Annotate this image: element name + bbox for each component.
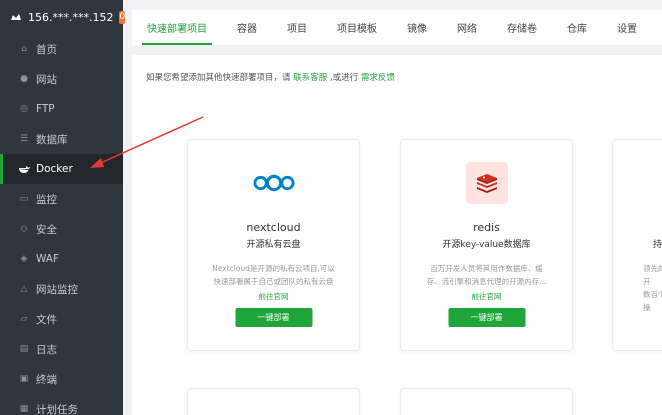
sidebar-item-security[interactable]: ◇ 安全 (0, 214, 123, 244)
notice-prefix: 如果您希望添加其他快速部署项目，请 (146, 73, 291, 83)
feedback-link[interactable]: 需求反馈 (361, 73, 395, 83)
official-site-link[interactable]: 前往官网 (188, 291, 359, 302)
sidebar-item-cron[interactable]: ▦ 计划任务 (0, 394, 123, 415)
official-site-link[interactable]: 前往官网 (401, 291, 572, 302)
app-description: Nextcloud是开源的私有云项目,可以 快速部署属于自己或团队的私有云盘 (202, 262, 345, 288)
sidebar-item-database[interactable]: ☰ 数据库 (0, 124, 123, 154)
sidebar-item-docker[interactable]: Docker (0, 154, 123, 184)
one-click-deploy-button[interactable]: 一键部署 (235, 308, 312, 327)
nextcloud-logo-icon (252, 162, 295, 204)
tab-projects[interactable]: 项目 (272, 10, 322, 45)
tab-images[interactable]: 镜像 (392, 10, 442, 45)
sidebar-item-label: WAF (36, 253, 60, 265)
database-icon: ☰ (19, 134, 29, 144)
one-click-deploy-button[interactable]: 一键部署 (448, 308, 525, 327)
app-desc-line: 百万开发人员将其用作数据库、缓 (430, 264, 543, 273)
sidebar-item-home[interactable]: ⌂ 首页 (0, 34, 123, 64)
app-subtitle: 持 (653, 240, 662, 250)
home-icon: ⌂ (21, 44, 27, 54)
tab-quick-deploy[interactable]: 快速部署项目 (132, 10, 222, 45)
site-monitor-icon: △ (20, 284, 28, 294)
app-card-row2 (400, 388, 573, 415)
log-icon: ▤ (19, 344, 29, 354)
sidebar-item-label: Docker (36, 163, 73, 175)
tab-containers[interactable]: 容器 (222, 10, 272, 45)
calendar-icon: ▦ (19, 404, 29, 414)
sidebar: 156.***.***.152 0 ⌂ 首页 ● 网站 ◎ FTP ☰ 数据库 (0, 0, 126, 415)
app-desc-line: 数百个操 (643, 290, 662, 312)
waf-icon: ◈ (20, 254, 28, 264)
main-content: 如果您希望添加其他快速部署项目，请 联系客服 ,或进行 需求反馈 nextclo… (132, 55, 662, 415)
sidebar-item-label: 计划任务 (36, 403, 78, 415)
sidebar-item-label: 终端 (36, 373, 57, 386)
sidebar-item-label: 网站监控 (36, 283, 78, 296)
tab-templates[interactable]: 项目模板 (322, 10, 392, 45)
app-card-row2 (187, 388, 360, 415)
contact-support-link[interactable]: 联系客服 (293, 73, 327, 83)
app-card-nextcloud: nextcloud 开源私有云盘 Nextcloud是开源的私有云项目,可以 快… (187, 139, 360, 351)
sidebar-menu: ⌂ 首页 ● 网站 ◎ FTP ☰ 数据库 Docker ▭ 监控 ◇ 安全 ◈… (0, 34, 123, 415)
sidebar-item-logs[interactable]: ▤ 日志 (0, 334, 123, 364)
folder-icon: ▱ (20, 314, 28, 324)
sidebar-item-waf[interactable]: ◈ WAF (0, 244, 123, 274)
monitor-icon: ▭ (19, 194, 29, 204)
sidebar-item-terminal[interactable]: ▣ 终端 (0, 364, 123, 394)
tab-volumes[interactable]: 存储卷 (492, 10, 552, 45)
sidebar-item-label: 数据库 (36, 133, 68, 146)
ftp-icon: ◎ (20, 104, 28, 114)
app-subtitle: 开源key-value数据库 (442, 240, 531, 250)
sidebar-item-ftp[interactable]: ◎ FTP (0, 94, 123, 124)
sidebar-item-label: FTP (36, 103, 55, 115)
sidebar-item-monitor[interactable]: ▭ 监控 (0, 184, 123, 214)
app-card-redis: redis 开源key-value数据库 百万开发人员将其用作数据库、缓 存、流… (400, 139, 573, 351)
sidebar-item-label: 监控 (36, 193, 57, 206)
notice-text: 如果您希望添加其他快速部署项目，请 联系客服 ,或进行 需求反馈 (146, 71, 395, 83)
sidebar-item-label: 网站 (36, 73, 57, 86)
sidebar-item-label: 首页 (36, 43, 57, 56)
sidebar-item-label: 文件 (36, 313, 57, 326)
app-desc-line: 存、流引擎和消息代理的开源内存... (426, 277, 547, 286)
app-name: nextcloud (246, 221, 301, 234)
sidebar-item-site-monitor[interactable]: △ 网站监控 (0, 274, 123, 304)
app-name: redis (473, 221, 500, 234)
tab-settings[interactable]: 设置 (602, 10, 652, 45)
sidebar-item-label: 安全 (36, 223, 57, 236)
server-header[interactable]: 156.***.***.152 0 (0, 0, 126, 34)
tab-registry[interactable]: 仓库 (552, 10, 602, 45)
app-desc-line: 领先的开 (643, 264, 662, 286)
app-desc-line: Nextcloud是开源的私有云项目,可以 (212, 264, 335, 273)
redis-logo-icon (465, 162, 508, 204)
terminal-icon: ▣ (19, 374, 29, 384)
app-description: 百万开发人员将其用作数据库、缓 存、流引擎和消息代理的开源内存... (415, 262, 558, 288)
sidebar-item-label: 日志 (36, 343, 57, 356)
shield-icon: ◇ (20, 224, 28, 234)
app-description: 领先的开 数百个操 (643, 262, 662, 314)
tab-networks[interactable]: 网络 (442, 10, 492, 45)
alert-badge[interactable]: 0 (119, 10, 126, 24)
server-ip: 156.***.***.152 (28, 10, 114, 24)
tab-bar: 快速部署项目 容器 项目 项目模板 镜像 网络 存储卷 仓库 设置 (132, 10, 662, 45)
docker-icon (18, 163, 30, 175)
server-icon (10, 11, 22, 23)
sidebar-item-website[interactable]: ● 网站 (0, 64, 123, 94)
app-root: 156.***.***.152 0 ⌂ 首页 ● 网站 ◎ FTP ☰ 数据库 (0, 0, 662, 415)
sidebar-item-files[interactable]: ▱ 文件 (0, 304, 123, 334)
app-subtitle: 开源私有云盘 (246, 240, 301, 250)
app-desc-line: 快速部署属于自己或团队的私有云盘 (213, 277, 334, 286)
app-card-partial: 持 领先的开 数百个操 (612, 139, 662, 351)
notice-middle: ,或进行 (329, 73, 359, 83)
globe-icon: ● (20, 74, 28, 84)
